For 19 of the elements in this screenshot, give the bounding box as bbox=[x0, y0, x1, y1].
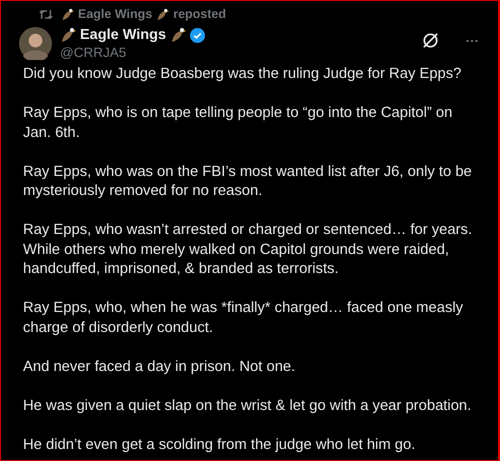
author-name[interactable]: Eagle Wings bbox=[80, 27, 166, 43]
post-paragraph: He was given a quiet slap on the wrist & let go with a year probation. bbox=[23, 396, 472, 416]
post-paragraph: Ray Epps, who wasn’t arrested or charged or sentenced… for years. While others who merely walked on Capitol grounds were raided, handcuffed, imprisoned, & branded as terrorists. bbox=[23, 221, 474, 279]
eagle-icon bbox=[170, 27, 186, 43]
post-paragraph: Ray Epps, who was on the FBI’s most wanted list after J6, only to be mysteriously removed for no reason. bbox=[23, 162, 473, 201]
post-paragraph: He didn’t even get a scolding from the judge who let him go. bbox=[23, 436, 416, 454]
eagle-icon bbox=[60, 27, 76, 43]
author-handle[interactable]: @CRRJA5 bbox=[60, 45, 421, 60]
post-paragraph: Ray Epps, who, when he was *finally* charged… faced one measly charge of disorderly conduct. bbox=[23, 299, 464, 338]
eagle-icon bbox=[61, 8, 74, 20]
repost-icon bbox=[39, 8, 53, 20]
post-paragraph: Ray Epps, who is on tape telling people to “go into the Capitol” on Jan. 6th. bbox=[23, 104, 454, 142]
avatar[interactable] bbox=[19, 27, 52, 60]
more-icon[interactable] bbox=[466, 39, 478, 43]
eagle-icon bbox=[156, 8, 170, 20]
repost-label: reposted bbox=[173, 7, 226, 21]
reposter-name[interactable]: Eagle Wings bbox=[78, 7, 152, 21]
post-paragraph: And never faced a day in prison. Not one. bbox=[23, 358, 296, 376]
post-paragraph: Did you know Judge Boasberg was the ruling Judge for Ray Epps? bbox=[23, 65, 462, 84]
